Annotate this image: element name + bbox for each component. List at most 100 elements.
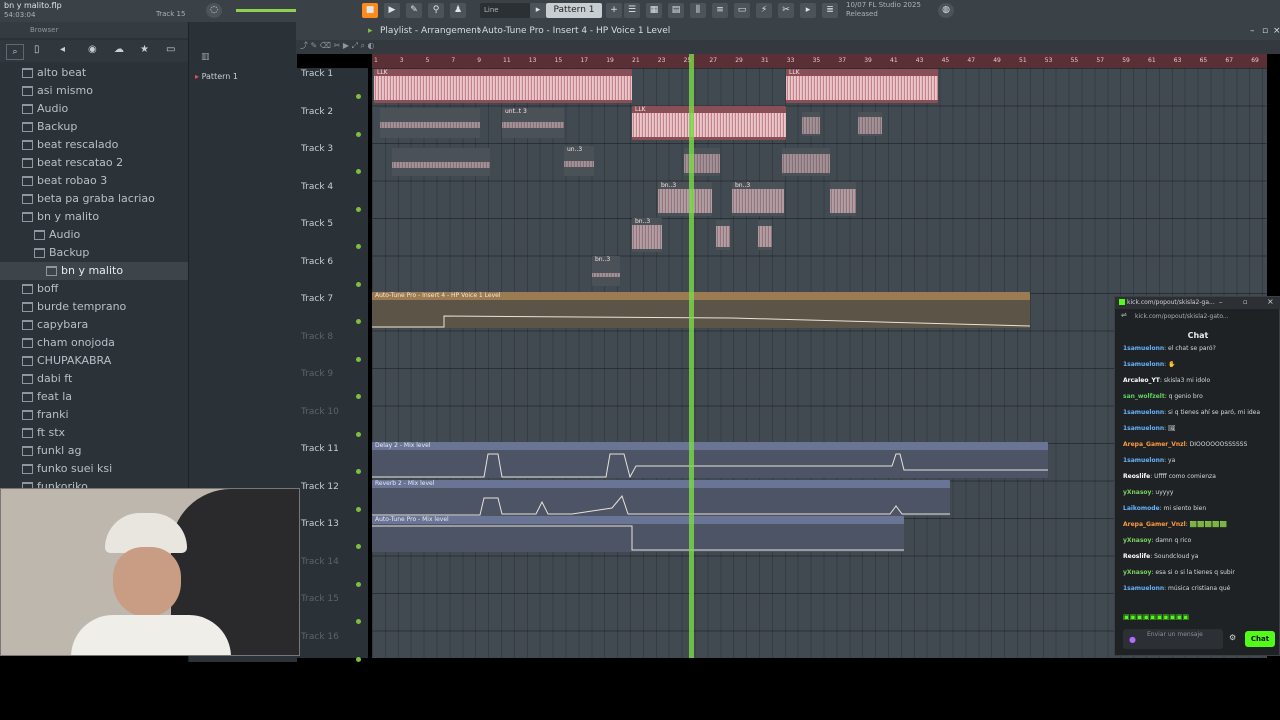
maximize-icon[interactable]: ▫ <box>1262 22 1268 40</box>
track-name[interactable]: Track 8 <box>301 332 333 342</box>
track-name[interactable]: Track 13 <box>301 519 339 529</box>
tool-icons[interactable]: ⤴ ✎ ⌫ ✂ ▶ ⤢ ⌕ ◐ <box>300 40 375 51</box>
draw-tool-icon[interactable]: ✎ <box>406 3 422 18</box>
pattern-song-toggle[interactable]: ■ <box>362 3 378 18</box>
track-name[interactable]: Track 6 <box>301 257 333 267</box>
add-pattern-icon[interactable]: + <box>606 3 622 18</box>
pattern-selector[interactable]: Pattern 1 <box>546 3 602 18</box>
audio-clip[interactable]: bn..3 <box>732 182 784 216</box>
audio-clip[interactable] <box>716 220 730 250</box>
chat-username[interactable]: Reoslife <box>1123 473 1150 480</box>
browser-item[interactable]: beta pa graba lacriao <box>0 190 188 208</box>
track-mute-led[interactable] <box>356 356 361 362</box>
track-name[interactable]: Track 12 <box>301 482 339 492</box>
channel-rack-icon[interactable]: ▦ <box>646 3 662 18</box>
audio-clip[interactable]: LLK <box>632 106 786 140</box>
chat-send-button[interactable]: Chat <box>1245 631 1275 647</box>
piano-roll-icon[interactable]: ▤ <box>668 3 684 18</box>
chat-username[interactable]: Arcaleo_YT <box>1123 377 1160 384</box>
track-mute-led[interactable] <box>356 131 361 137</box>
track-name[interactable]: Track 5 <box>301 219 333 229</box>
track-mute-led[interactable] <box>356 469 361 474</box>
playlist-icon[interactable]: ☰ <box>624 3 640 18</box>
next-icon[interactable]: ▸ <box>800 3 816 18</box>
track-mute-led[interactable] <box>356 581 361 587</box>
track-name[interactable]: Track 10 <box>301 407 339 417</box>
chat-username[interactable]: 1samuelonn <box>1123 425 1164 432</box>
track-mute-led[interactable] <box>356 506 361 512</box>
audio-clip[interactable] <box>830 182 856 216</box>
browser-item[interactable]: franki <box>0 406 188 424</box>
track-name[interactable]: Track 4 <box>301 182 333 192</box>
track-name[interactable]: Track 3 <box>301 144 333 154</box>
audio-clip[interactable]: LLK <box>374 69 632 103</box>
track-name[interactable]: Track 7 <box>301 294 333 304</box>
chat-username[interactable]: yXnasoy <box>1123 489 1151 496</box>
track-name[interactable]: Track 11 <box>301 444 339 454</box>
chat-close-icon[interactable]: × <box>1267 297 1274 306</box>
master-volume-knob[interactable]: ◌ <box>206 3 222 18</box>
audio-clip[interactable] <box>858 112 882 136</box>
automation-clip[interactable]: Delay 2 - Mix level <box>372 442 1048 478</box>
track-name[interactable]: Track 16 <box>301 632 339 642</box>
track-mute-led[interactable] <box>356 394 361 399</box>
star-icon[interactable]: ★ <box>140 44 149 55</box>
chat-username[interactable]: 1samuelonn <box>1123 585 1164 592</box>
browser-item[interactable]: Audio <box>0 226 188 244</box>
audio-clip[interactable]: LLK <box>786 69 938 103</box>
master-pitch-slider[interactable] <box>236 9 296 12</box>
track-mute-led[interactable] <box>356 94 361 99</box>
chat-minimize-icon[interactable]: – <box>1219 298 1223 306</box>
minimize-icon[interactable]: – <box>1250 22 1255 40</box>
browser-item[interactable]: beat rescalado <box>0 136 188 154</box>
audio-clip[interactable] <box>802 112 820 136</box>
browser-item[interactable]: burde temprano <box>0 298 188 316</box>
emote-bar[interactable]: ▣▣▣▣▣▣▣▣▣▣ <box>1123 613 1273 623</box>
automation-clip[interactable]: Auto-Tune Pro - Insert 4 - HP Voice 1 Le… <box>372 292 1030 328</box>
plugin-icon[interactable]: ⚡ <box>756 3 772 18</box>
track-mute-led[interactable] <box>356 244 361 249</box>
playhead[interactable] <box>689 54 694 658</box>
browser-item[interactable]: bn y malito <box>0 208 188 226</box>
cloud-icon[interactable]: ☁ <box>114 44 124 55</box>
audio-clip[interactable] <box>380 108 480 138</box>
chat-username[interactable]: 1samuelonn <box>1123 409 1164 416</box>
browser-item[interactable]: funkl ag <box>0 442 188 460</box>
audio-clip[interactable]: bn..3 <box>592 256 620 286</box>
track-name[interactable]: Track 1 <box>301 69 333 79</box>
browser-item[interactable]: beat rescatao 2 <box>0 154 188 172</box>
snap-selector[interactable]: Line <box>480 3 530 18</box>
browser-item[interactable]: Audio <box>0 100 188 118</box>
browser-item[interactable]: feat la <box>0 388 188 406</box>
close-icon[interactable]: × <box>1273 22 1280 40</box>
pattern-prev-icon[interactable]: ▸ <box>530 3 546 18</box>
audio-clip[interactable] <box>782 148 830 176</box>
track-mute-led[interactable] <box>356 619 361 624</box>
chat-username[interactable]: Reoslife <box>1123 553 1150 560</box>
browser-item[interactable]: Backup <box>0 244 188 262</box>
chat-username[interactable]: yXnasoy <box>1123 569 1151 576</box>
chat-username[interactable]: 1samuelonn <box>1123 361 1164 368</box>
audio-clip[interactable]: bn..3 <box>632 218 662 252</box>
site-info-icon[interactable]: ⇌ <box>1121 311 1127 319</box>
track-mute-led[interactable] <box>356 656 361 662</box>
pattern-item[interactable]: ▸ Pattern 1 <box>195 72 238 81</box>
chat-username[interactable]: 1samuelonn <box>1123 457 1164 464</box>
browser-item[interactable]: beat robao 3 <box>0 172 188 190</box>
globe-icon[interactable]: ◍ <box>938 3 954 18</box>
stamp-icon[interactable]: ♟ <box>450 3 466 18</box>
track-mute-led[interactable] <box>356 281 361 287</box>
browser-item[interactable]: CHUPAKABRA <box>0 352 188 370</box>
project-icon[interactable]: ▭ <box>734 3 750 18</box>
timeline-ruler[interactable]: 1 3 5 7 9 11 13 15 17 19 21 23 25 27 29 31 33 35 37 39 41 43 4… <box>372 54 1267 68</box>
link-icon[interactable]: ⚲ <box>428 3 444 18</box>
picker-icon[interactable]: ▥ <box>201 52 210 62</box>
audio-clip[interactable]: bn..3 <box>658 182 712 216</box>
track-name[interactable]: Track 9 <box>301 369 333 379</box>
track-name[interactable]: Track 2 <box>301 107 333 117</box>
audio-clip[interactable] <box>392 148 490 176</box>
automation-clip[interactable]: Reverb 2 - Mix level <box>372 480 950 516</box>
track-name[interactable]: Track 15 <box>301 594 339 604</box>
tools-icon[interactable]: ✂ <box>778 3 794 18</box>
chat-maximize-icon[interactable]: ▫ <box>1243 298 1248 306</box>
